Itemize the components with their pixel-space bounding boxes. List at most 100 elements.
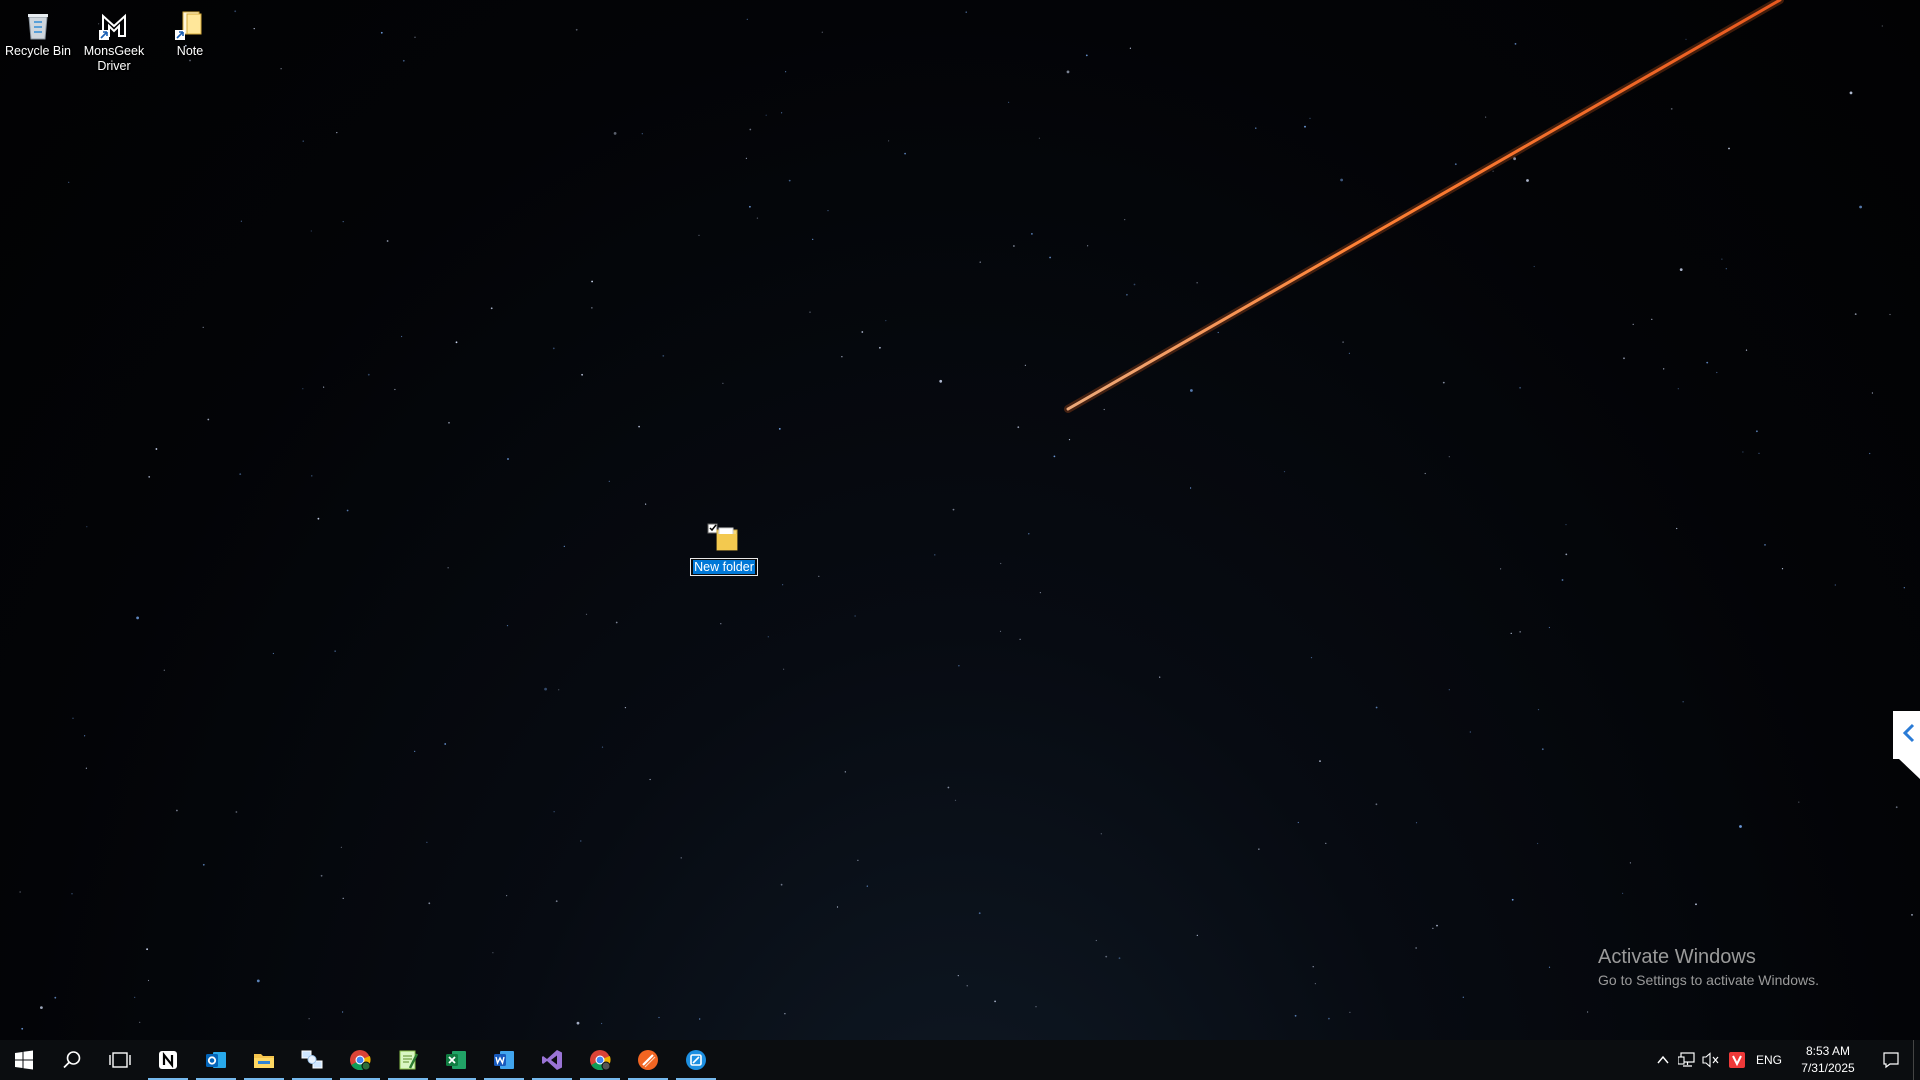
star xyxy=(414,750,416,753)
star xyxy=(746,18,748,20)
star xyxy=(1008,101,1010,103)
rename-textbox[interactable]: New folder xyxy=(690,558,758,576)
star xyxy=(1721,258,1723,260)
taskbar-app-outlook[interactable] xyxy=(192,1040,240,1080)
star xyxy=(367,373,370,376)
taskbar-app-orange[interactable] xyxy=(624,1040,672,1080)
star xyxy=(581,373,583,376)
monsgeek-driver-icon xyxy=(99,13,126,40)
star xyxy=(812,238,814,240)
desktop-icon-note[interactable]: Note xyxy=(152,8,228,59)
star xyxy=(1587,1011,1589,1013)
show-desktop-button[interactable] xyxy=(1913,1040,1920,1080)
star xyxy=(1129,47,1131,49)
star xyxy=(1294,1014,1297,1017)
notion-icon xyxy=(159,1051,177,1069)
star xyxy=(1085,54,1088,57)
star xyxy=(1415,822,1418,824)
show-hidden-icons-button[interactable] xyxy=(1651,1040,1675,1080)
recycle-bin-icon xyxy=(28,14,48,40)
star xyxy=(311,475,313,477)
taskbar-app-chrome-profile[interactable] xyxy=(576,1040,624,1080)
vivaldi-icon xyxy=(1729,1052,1745,1068)
star xyxy=(854,615,856,617)
taskbar-app-visual-studio[interactable] xyxy=(528,1040,576,1080)
taskbar: ENG 8:53 AM 7/31/2025 xyxy=(0,1040,1920,1080)
star xyxy=(139,1021,141,1023)
star xyxy=(323,386,325,388)
star xyxy=(455,341,458,344)
star xyxy=(999,630,1002,633)
star xyxy=(662,355,665,357)
star xyxy=(202,326,204,328)
star xyxy=(1510,632,1512,635)
star xyxy=(71,893,73,895)
task-view-icon xyxy=(109,1052,131,1068)
task-view-button[interactable] xyxy=(96,1040,144,1080)
star xyxy=(1309,117,1311,119)
star xyxy=(1682,701,1684,703)
start-button[interactable] xyxy=(0,1040,48,1080)
taskbar-app-word[interactable] xyxy=(480,1040,528,1080)
taskbar-app-notepad-plus[interactable] xyxy=(384,1040,432,1080)
star xyxy=(189,59,191,62)
star xyxy=(767,636,769,638)
taskbar-app-excel[interactable] xyxy=(432,1040,480,1080)
search-button[interactable] xyxy=(48,1040,96,1080)
star xyxy=(1066,70,1070,74)
star xyxy=(1325,842,1327,845)
file-explorer-icon xyxy=(254,1054,274,1068)
desktop-icon-recycle-bin[interactable]: Recycle Bin xyxy=(0,8,76,59)
star xyxy=(1348,352,1350,354)
desktop-icon-monsgeek-driver[interactable]: MonsGeek Driver xyxy=(76,8,152,74)
star xyxy=(585,613,588,615)
star xyxy=(340,846,342,848)
star xyxy=(575,28,578,31)
star xyxy=(234,10,237,13)
star xyxy=(1519,631,1521,633)
star xyxy=(818,575,820,577)
taskbar-app-network-tool[interactable] xyxy=(288,1040,336,1080)
taskbar-app-file-explorer[interactable] xyxy=(240,1040,288,1080)
taskbar-app-chrome[interactable] xyxy=(336,1040,384,1080)
network-button[interactable] xyxy=(1675,1040,1699,1080)
star xyxy=(1849,91,1853,95)
taskbar-app-notion[interactable] xyxy=(144,1040,192,1080)
star xyxy=(885,320,887,322)
star xyxy=(879,346,881,349)
star xyxy=(380,31,383,34)
star xyxy=(1017,426,1020,429)
volume-button[interactable] xyxy=(1699,1040,1723,1080)
star xyxy=(1834,584,1836,586)
taskbar-app-blue[interactable] xyxy=(672,1040,720,1080)
star xyxy=(1742,451,1744,453)
wallpaper-night-sky xyxy=(19,0,1913,1030)
star xyxy=(745,157,748,159)
excel-icon xyxy=(446,1051,466,1069)
desktop-icon-new-folder[interactable]: New folder xyxy=(686,520,762,576)
star xyxy=(1190,487,1192,489)
star xyxy=(1745,349,1748,351)
star xyxy=(749,205,751,208)
star xyxy=(1255,127,1257,129)
star xyxy=(490,307,493,310)
star xyxy=(952,508,955,511)
star xyxy=(1028,533,1030,535)
star xyxy=(756,217,759,219)
star xyxy=(342,221,344,223)
star xyxy=(54,996,57,999)
star xyxy=(765,114,767,116)
vivaldi-tray-button[interactable] xyxy=(1723,1040,1751,1080)
star xyxy=(1869,452,1871,455)
star xyxy=(1500,568,1502,570)
action-center-button[interactable] xyxy=(1869,1040,1913,1080)
language-indicator[interactable]: ENG xyxy=(1751,1040,1787,1080)
activate-windows-watermark: Activate Windows Go to Settings to activ… xyxy=(1598,945,1819,989)
side-panel-tab[interactable] xyxy=(1893,711,1920,779)
star xyxy=(253,28,255,30)
star xyxy=(310,230,312,232)
star xyxy=(342,897,344,899)
meteor-glow xyxy=(1064,0,1784,413)
network-tool-icon xyxy=(301,1050,323,1069)
clock[interactable]: 8:53 AM 7/31/2025 xyxy=(1787,1040,1869,1080)
